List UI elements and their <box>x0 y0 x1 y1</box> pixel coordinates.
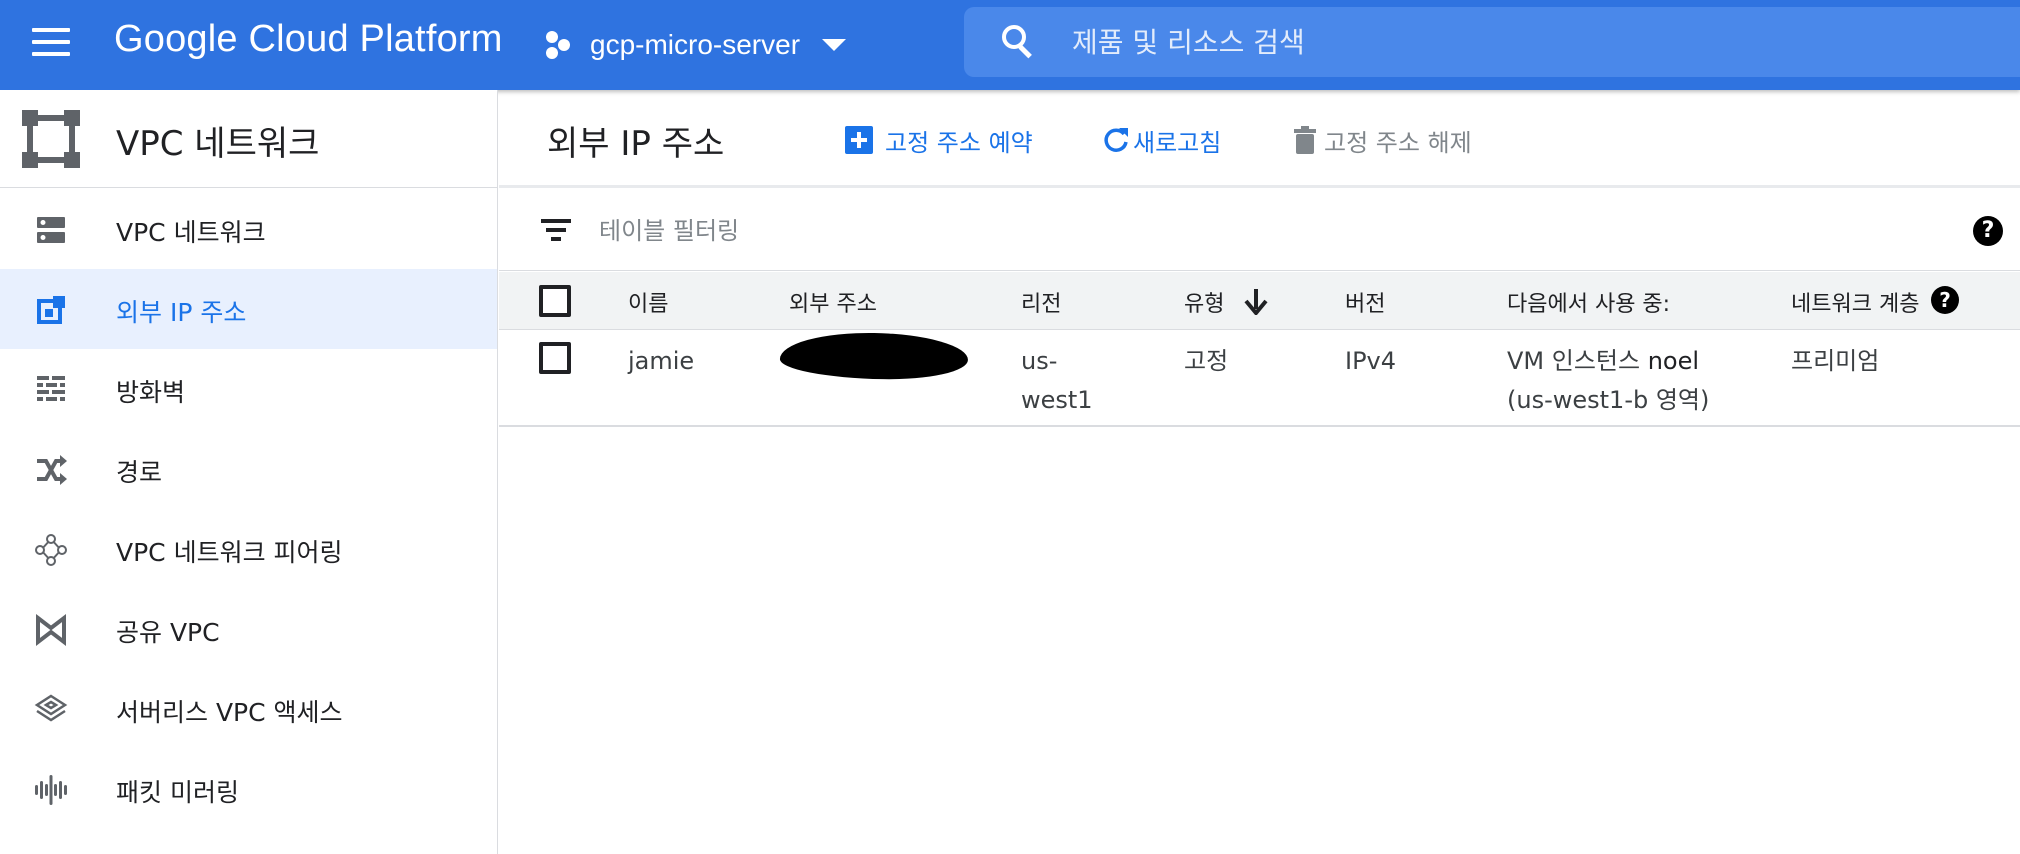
chevron-down-icon <box>822 39 847 51</box>
hamburger-menu-icon[interactable] <box>32 28 72 60</box>
network-tier-help-icon[interactable]: ? <box>1931 286 1959 314</box>
firewall-icon <box>37 376 65 401</box>
cell-region-line2: west1 <box>1021 386 1093 414</box>
help-icon[interactable]: ? <box>1973 216 2003 246</box>
page-title: 외부 IP 주소 <box>547 124 725 164</box>
table-filter-bar: ? <box>499 191 2020 271</box>
cell-type: 고정 <box>1184 347 1229 375</box>
column-header-type[interactable]: 유형 <box>1184 286 1224 318</box>
in-use-instance-link[interactable]: noel <box>1648 347 1699 375</box>
column-header-name[interactable]: 이름 <box>628 286 668 318</box>
release-static-address-button[interactable]: 고정 주소 해제 <box>1292 120 1472 160</box>
table-filter-input[interactable] <box>599 211 1499 251</box>
sidebar-item-label: 서버리스 VPC 액세스 <box>116 698 343 727</box>
packet-mirroring-icon <box>35 775 67 805</box>
sidebar-title: VPC 네트워크 <box>116 124 320 164</box>
refresh-button[interactable]: 새로고침 <box>1101 120 1221 160</box>
sidebar-item-packet-mirroring[interactable]: 패킷 미러링 <box>0 749 497 829</box>
top-app-bar: Google Cloud Platform gcp-micro-server <box>0 0 2020 90</box>
column-header-version[interactable]: 버전 <box>1345 286 1385 318</box>
cell-region: us- west1 <box>1021 342 1093 420</box>
table-header-row: 이름 외부 주소 리전 유형 버전 다음에서 사용 중: 네트워크 계층 ? <box>499 272 2020 330</box>
sidebar-item-label: VPC 네트워크 <box>116 218 266 247</box>
search-bar[interactable] <box>964 7 2020 77</box>
in-use-zone: (us-west1-b 영역) <box>1507 386 1710 414</box>
vpc-network-logo-icon <box>22 110 80 168</box>
add-box-icon <box>845 126 873 154</box>
sidebar-item-vpc-peering[interactable]: VPC 네트워크 피어링 <box>0 509 497 589</box>
sidebar-item-routes[interactable]: 경로 <box>0 429 497 509</box>
sidebar-nav: VPC 네트워크 외부 IP 주소 방화벽 경로 VPC 네트워크 피어링 공유… <box>0 189 497 829</box>
sidebar-item-label: 외부 IP 주소 <box>116 298 247 327</box>
cell-region-line1: us- <box>1021 347 1058 375</box>
cell-name: jamie <box>628 347 695 375</box>
table-row: jamie us- west1 고정 IPv4 VM 인스턴스 noel (us… <box>499 330 2020 427</box>
cell-version: IPv4 <box>1345 347 1397 375</box>
sidebar-item-external-ip[interactable]: 외부 IP 주소 <box>0 269 497 349</box>
reserve-static-address-label: 고정 주소 예약 <box>885 128 1033 157</box>
column-header-external-address[interactable]: 외부 주소 <box>789 286 877 318</box>
row-checkbox[interactable] <box>539 342 571 374</box>
sidebar: VPC 네트워크 VPC 네트워크 외부 IP 주소 방화벽 경로 VPC 네트… <box>0 90 498 854</box>
sidebar-item-vpc-network[interactable]: VPC 네트워크 <box>0 189 497 269</box>
refresh-label: 새로고침 <box>1133 128 1222 157</box>
sidebar-item-label: 공유 VPC <box>116 618 220 647</box>
project-name: gcp-micro-server <box>590 29 801 60</box>
routes-icon <box>37 455 67 485</box>
column-header-region[interactable]: 리전 <box>1021 286 1061 318</box>
brand-title[interactable]: Google Cloud Platform <box>114 18 503 61</box>
sidebar-item-firewall[interactable]: 방화벽 <box>0 349 497 429</box>
sidebar-item-label: VPC 네트워크 피어링 <box>116 538 343 567</box>
arrow-down-sort-icon[interactable] <box>1243 287 1269 315</box>
in-use-prefix: VM 인스턴스 <box>1507 347 1641 375</box>
shared-vpc-icon <box>36 613 66 647</box>
cell-in-use-by: VM 인스턴스 noel (us-west1-b 영역) <box>1507 342 1709 420</box>
serverless-access-icon <box>34 694 68 722</box>
external-ip-icon <box>37 296 65 324</box>
reserve-static-address-button[interactable]: 고정 주소 예약 <box>845 120 1033 160</box>
search-icon[interactable] <box>1002 25 1036 59</box>
peering-icon <box>35 534 67 566</box>
sidebar-item-serverless-vpc-access[interactable]: 서버리스 VPC 액세스 <box>0 669 497 749</box>
cell-network-tier: 프리미엄 <box>1791 347 1880 375</box>
sidebar-item-label: 방화벽 <box>116 378 186 407</box>
sidebar-item-label: 경로 <box>116 458 163 487</box>
sidebar-item-shared-vpc[interactable]: 공유 VPC <box>0 589 497 669</box>
column-header-network-tier[interactable]: 네트워크 계층 <box>1791 286 1919 318</box>
release-static-address-label: 고정 주소 해제 <box>1324 128 1472 157</box>
refresh-icon <box>1104 128 1128 152</box>
sidebar-header: VPC 네트워크 <box>0 90 497 188</box>
trash-icon <box>1294 126 1316 154</box>
project-dots-icon <box>544 29 576 61</box>
filter-icon[interactable] <box>541 219 571 243</box>
column-header-in-use-by[interactable]: 다음에서 사용 중: <box>1507 286 1670 318</box>
select-all-checkbox[interactable] <box>539 285 571 317</box>
page-header: 외부 IP 주소 고정 주소 예약 새로고침 고정 주소 해제 <box>499 90 2020 188</box>
project-selector[interactable]: gcp-micro-server <box>544 24 847 66</box>
sidebar-item-label: 패킷 미러링 <box>116 778 239 807</box>
vpc-network-icon <box>37 217 65 243</box>
search-input[interactable] <box>1072 25 1872 59</box>
